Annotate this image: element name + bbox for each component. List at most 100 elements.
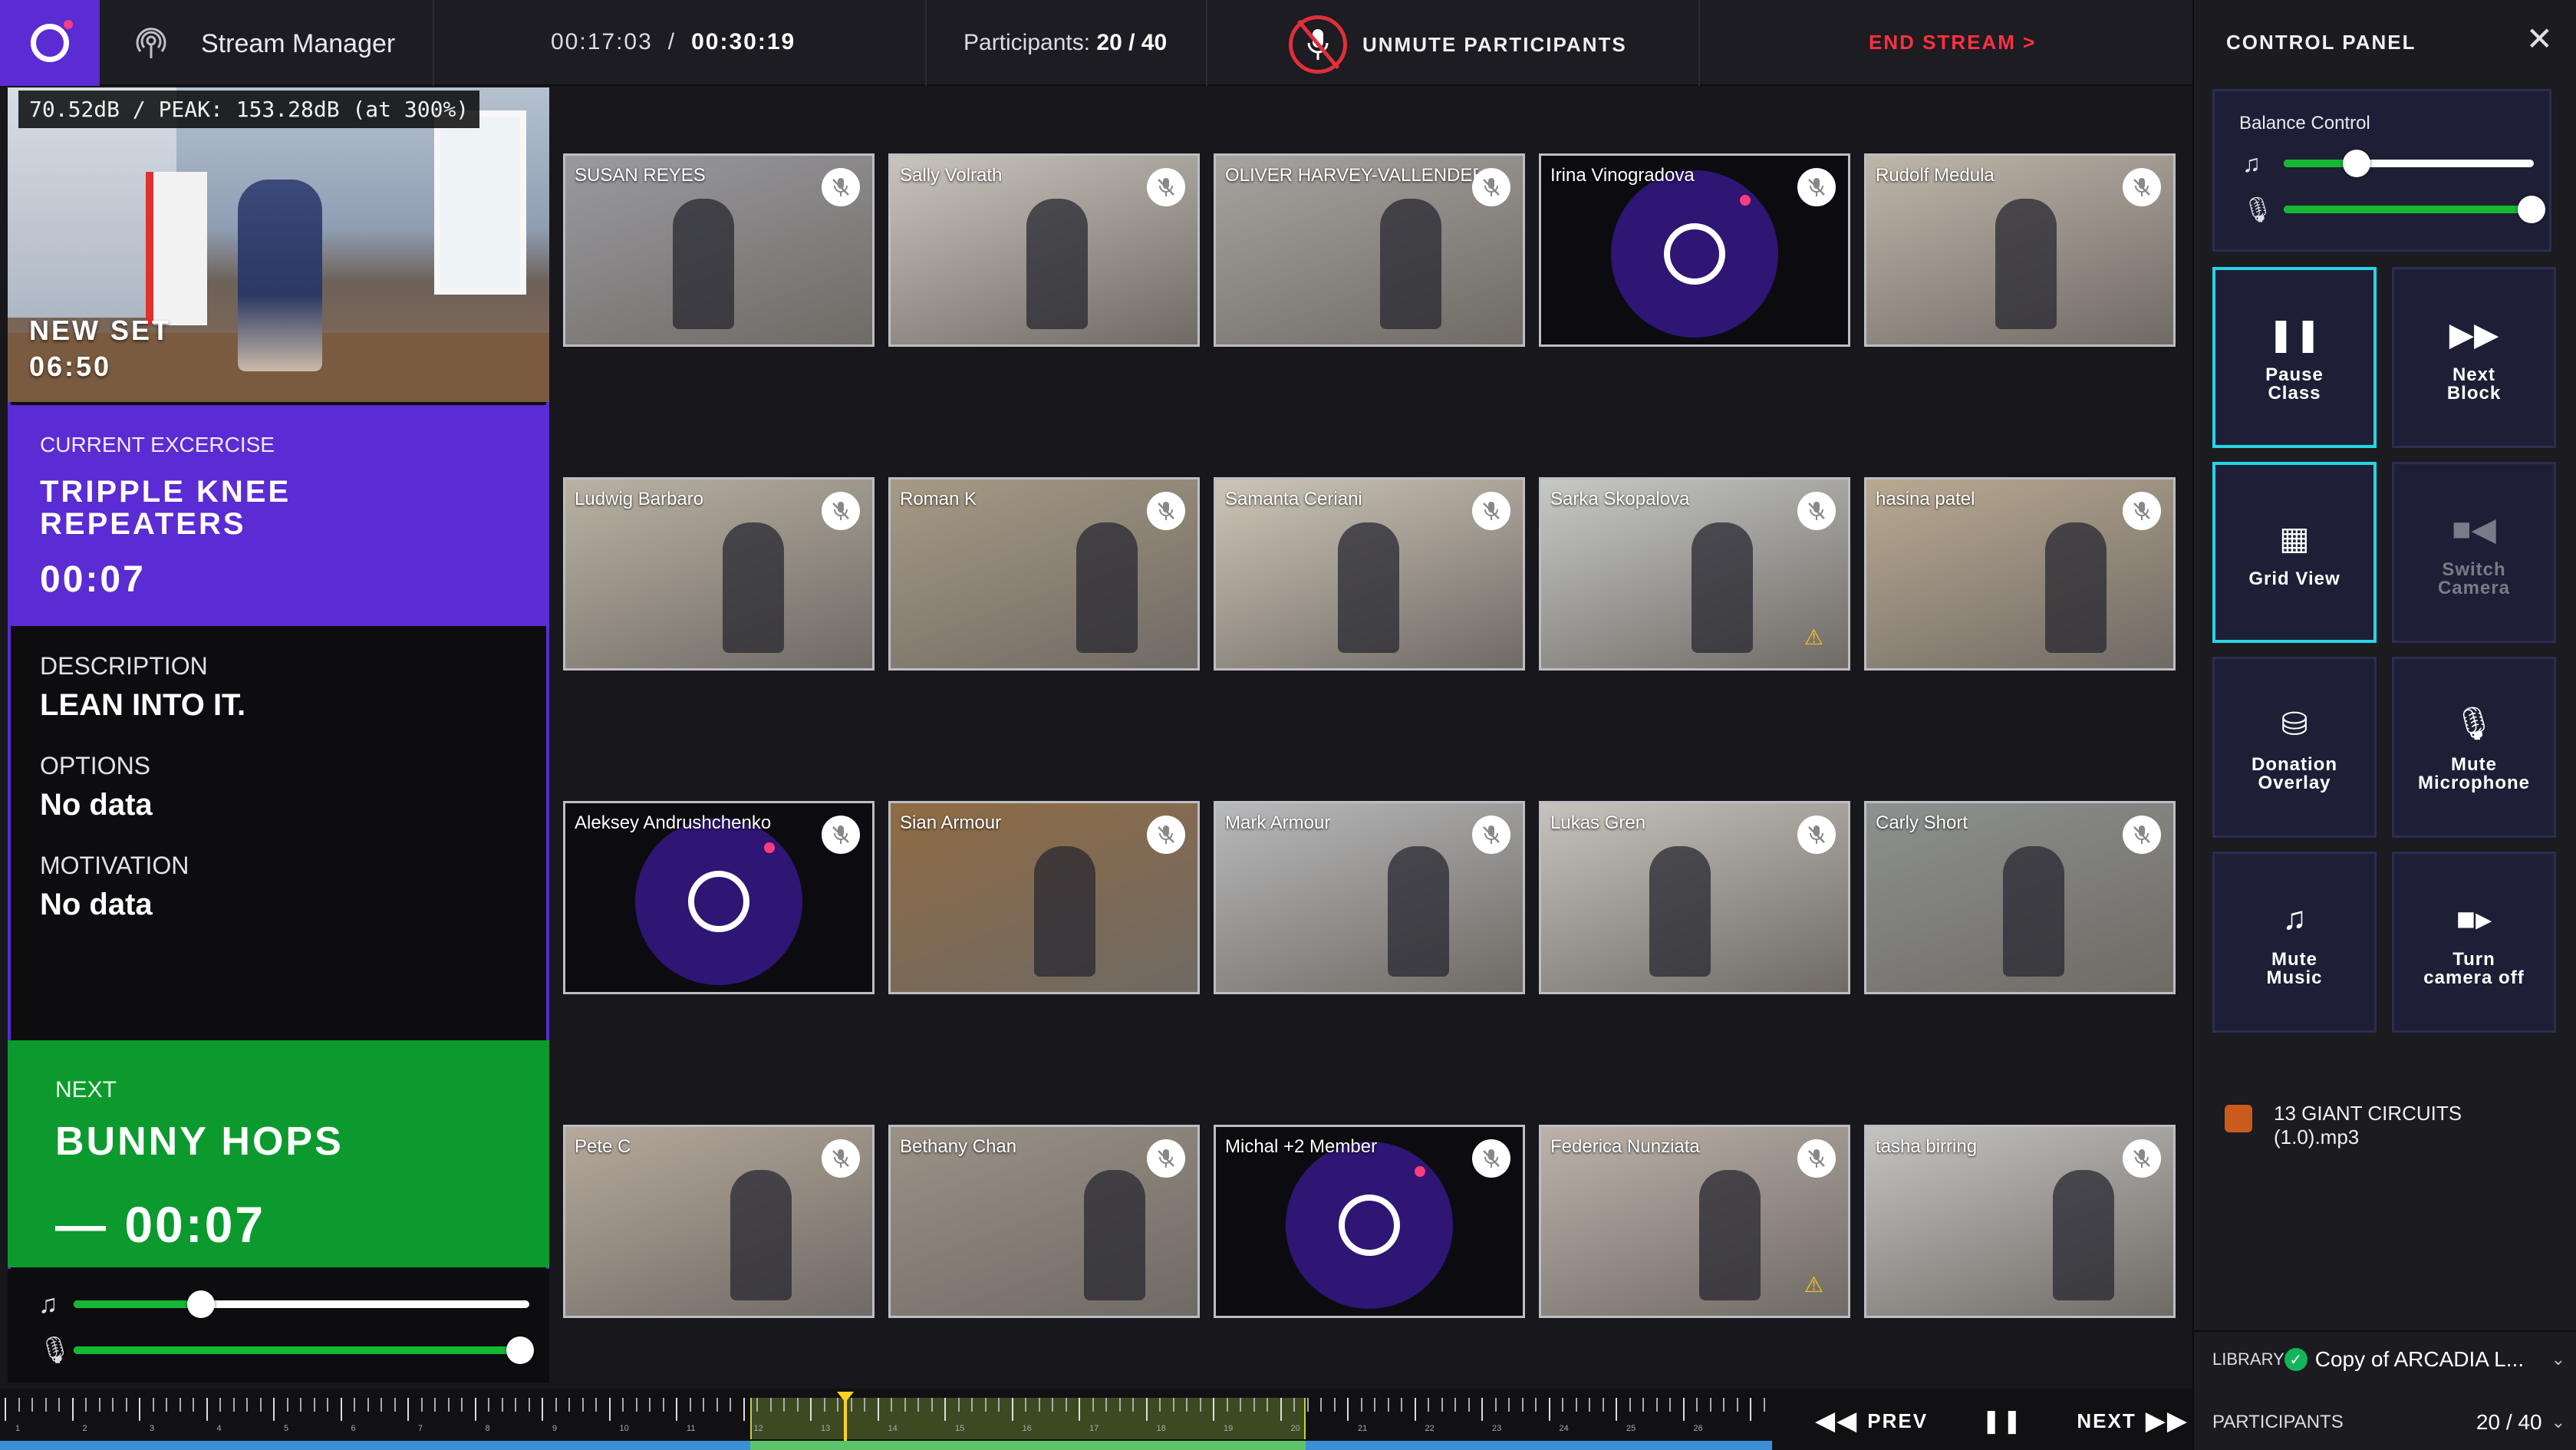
timeline-tick: [1696, 1398, 1698, 1412]
timeline-tick: [1226, 1398, 1228, 1412]
participant-tile[interactable]: Michal +2 Member: [1214, 1125, 1525, 1318]
mic-muted-icon[interactable]: [1797, 168, 1836, 206]
participant-tile[interactable]: Sian Armour: [888, 801, 1200, 994]
participant-tile[interactable]: Sally Volrath: [888, 153, 1200, 347]
participant-tile[interactable]: Irina Vinogradova: [1539, 153, 1850, 347]
timeline-tick: [931, 1398, 933, 1412]
mic-muted-icon[interactable]: [1147, 492, 1185, 530]
button-label: Grid View: [2248, 568, 2340, 589]
timeline-tick: [1494, 1398, 1497, 1412]
app-logo[interactable]: [0, 0, 100, 86]
timeline-tick: [944, 1398, 946, 1421]
button-label: Pause Class: [2265, 364, 2324, 404]
participant-tile[interactable]: Lukas Gren: [1539, 801, 1850, 994]
mic-muted-icon[interactable]: [822, 816, 860, 854]
participant-tile[interactable]: Roman K: [888, 477, 1200, 671]
mute-music-button[interactable]: ♫ Mute Music: [2212, 852, 2377, 1033]
mic-muted-icon[interactable]: [1147, 1139, 1185, 1178]
timeline-tick: [1629, 1398, 1631, 1412]
mic-muted-icon[interactable]: [822, 492, 860, 530]
timeline-tick: [917, 1398, 919, 1412]
participant-tile[interactable]: Mark Armour: [1214, 801, 1525, 994]
next-button[interactable]: NEXT ▶▶: [2077, 1406, 2198, 1436]
mic-muted-icon[interactable]: [1472, 168, 1510, 206]
pause-class-button[interactable]: ❚❚ Pause Class: [2212, 267, 2377, 448]
participant-tile[interactable]: hasina patel: [1864, 477, 2176, 671]
mic-volume-slider[interactable]: 🎙: [38, 1335, 535, 1366]
participant-tile[interactable]: Aleksey Andrushchenko: [563, 801, 875, 994]
participant-tile[interactable]: SUSAN REYES: [563, 153, 875, 347]
mic-muted-icon[interactable]: [2123, 1139, 2161, 1178]
mic-muted-icon[interactable]: [1472, 1139, 1510, 1178]
timeline-tick: [1118, 1398, 1121, 1412]
timeline-tick-label: 26: [1693, 1424, 1703, 1433]
turn-camera-off-button[interactable]: ■▸ Turn camera off: [2392, 852, 2556, 1033]
audio-file-icon: [2225, 1105, 2252, 1132]
mic-muted-icon[interactable]: [2123, 168, 2161, 206]
participant-figure: [1692, 522, 1753, 653]
timeline-tick-label: 5: [284, 1424, 289, 1433]
mic-muted-icon[interactable]: [2123, 492, 2161, 530]
participants-select[interactable]: PARTICIPANTS 20 / 40 ⌄: [2212, 1410, 2565, 1435]
timeline-tick: [769, 1398, 772, 1412]
timeline-tick-label: 11: [687, 1424, 696, 1433]
end-stream-button[interactable]: END STREAM >: [1869, 31, 2036, 54]
participant-tile[interactable]: Samanta Ceriani: [1214, 477, 1525, 671]
participant-tile[interactable]: tasha birring: [1864, 1125, 2176, 1318]
music-balance-knob[interactable]: [2342, 150, 2370, 177]
timeline-tick: [635, 1398, 637, 1412]
timeline-tick: [1333, 1398, 1336, 1412]
close-icon[interactable]: ✕: [2526, 23, 2553, 55]
timeline-tick: [394, 1398, 396, 1412]
mic-volume-knob[interactable]: [506, 1336, 535, 1364]
donation-overlay-button[interactable]: ⛁ Donation Overlay: [2212, 657, 2377, 838]
participant-tile[interactable]: Rudolf Medula: [1864, 153, 2176, 347]
participant-tile[interactable]: OLIVER HARVEY-VALLENDER: [1214, 153, 1525, 347]
mic-muted-icon[interactable]: [1472, 492, 1510, 530]
fast-forward-icon: ▶▶: [2449, 315, 2499, 352]
coins-icon: ⛁: [2281, 705, 2308, 742]
participant-tile[interactable]: Sarka Skopalova ⚠: [1539, 477, 1850, 671]
mic-muted-icon[interactable]: [822, 1139, 860, 1178]
participant-tile[interactable]: Pete C: [563, 1125, 875, 1318]
timeline-tick-label: 19: [1224, 1424, 1234, 1433]
timeline-tick: [998, 1398, 1000, 1412]
grid-view-button[interactable]: ▦ Grid View: [2212, 462, 2377, 643]
next-block-button[interactable]: ▶▶ Next Block: [2392, 267, 2556, 448]
timeline-tick: [568, 1398, 570, 1412]
mic-muted-icon[interactable]: [2123, 816, 2161, 854]
participant-tile[interactable]: Ludwig Barbaro: [563, 477, 875, 671]
unmute-participants-button[interactable]: UNMUTE PARTICIPANTS: [1289, 15, 1627, 74]
participant-tile[interactable]: Bethany Chan: [888, 1125, 1200, 1318]
mic-balance-knob[interactable]: [2517, 196, 2545, 223]
timeline-tick: [1280, 1398, 1282, 1421]
participant-name: Ludwig Barbaro: [575, 489, 704, 509]
mic-muted-icon[interactable]: [1797, 1139, 1836, 1178]
pause-icon[interactable]: ❚❚: [1981, 1408, 2023, 1435]
mic-balance-slider[interactable]: 🎙: [2242, 194, 2545, 225]
timeline-tick: [1481, 1398, 1483, 1421]
prev-button[interactable]: ◀◀ PREV: [1806, 1406, 1928, 1436]
mic-muted-icon[interactable]: [1797, 492, 1836, 530]
class-timeline[interactable]: 1 2 3 4 5 6 7 8 9 10 11 12 13 14 15 16 17 18 19 20 21 22 23 24 2…: [0, 1389, 2192, 1450]
switch-camera-button[interactable]: ■◀ Switch Camera: [2392, 462, 2556, 643]
timeline-tick-label: 20: [1290, 1424, 1300, 1433]
mic-muted-icon[interactable]: [1147, 168, 1185, 206]
participant-tile[interactable]: Federica Nunziata ⚠: [1539, 1125, 1850, 1318]
elapsed-time: 00:17:03: [551, 29, 653, 54]
music-balance-slider[interactable]: ♫: [2242, 148, 2534, 179]
participant-avatar: [1286, 1142, 1453, 1309]
mute-microphone-button[interactable]: 🎙 Mute Microphone: [2392, 657, 2556, 838]
mic-muted-icon[interactable]: [1797, 816, 1836, 854]
music-volume-slider[interactable]: ♫: [38, 1289, 529, 1320]
music-note-icon: ♫: [2242, 149, 2261, 177]
library-select[interactable]: LIBRARY ✓ Copy of ARCADIA L... ⌄: [2212, 1347, 2565, 1372]
participant-tile[interactable]: Carly Short: [1864, 801, 2176, 994]
mic-muted-icon[interactable]: [822, 168, 860, 206]
participant-figure: [723, 522, 784, 653]
timeline-tick: [193, 1398, 194, 1412]
mic-muted-icon[interactable]: [1472, 816, 1510, 854]
mic-muted-icon[interactable]: [1147, 816, 1185, 854]
music-volume-knob[interactable]: [187, 1290, 216, 1318]
timeline-tick: [1025, 1398, 1026, 1412]
